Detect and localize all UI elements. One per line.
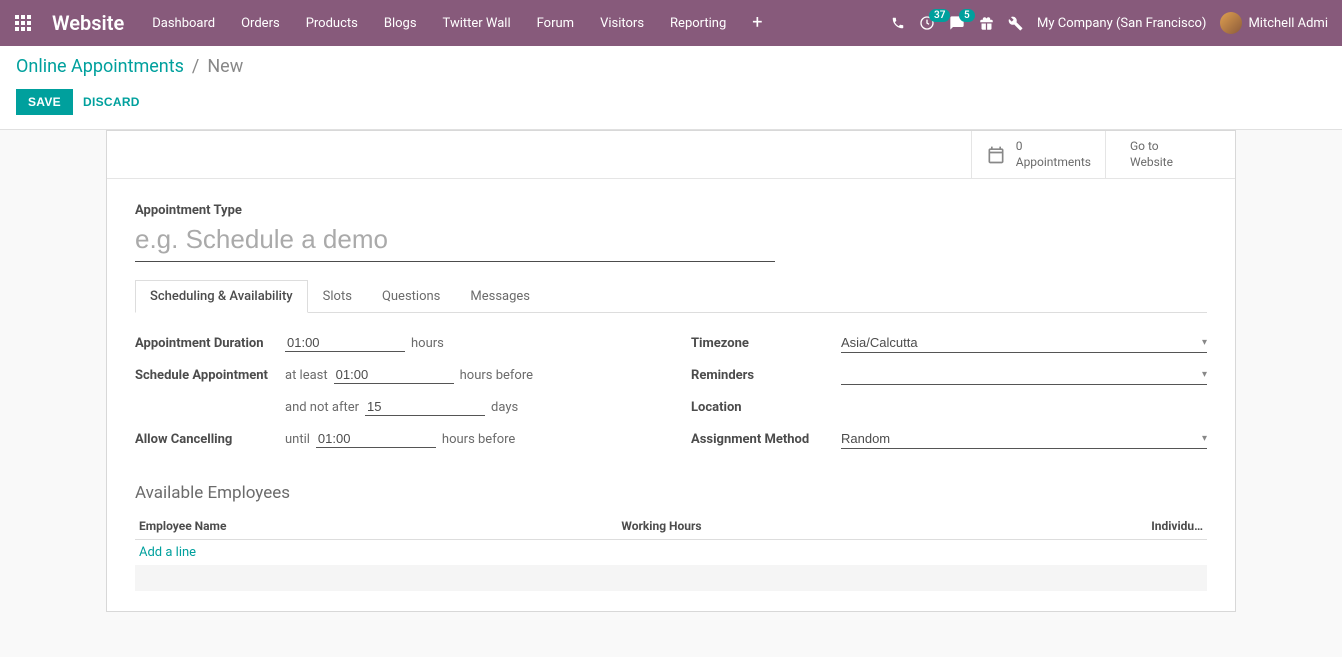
add-line-link[interactable]: Add a line [139, 545, 196, 560]
tab-messages[interactable]: Messages [455, 280, 545, 312]
nav-products[interactable]: Products [296, 8, 368, 39]
gift-icon[interactable] [979, 16, 994, 31]
tab-slots[interactable]: Slots [308, 280, 367, 312]
duration-label: Appointment Duration [135, 336, 285, 351]
employees-title: Available Employees [135, 483, 1207, 503]
atleast-input[interactable] [334, 366, 454, 384]
activity-icon[interactable]: 37 [919, 15, 935, 31]
nav-add-icon[interactable]: + [742, 8, 772, 39]
nav-visitors[interactable]: Visitors [590, 8, 654, 39]
assignment-label: Assignment Method [691, 432, 841, 447]
messages-badge: 5 [959, 9, 975, 22]
stat-goto-website[interactable]: Go to Website [1105, 131, 1235, 178]
stat-label: Appointments [1016, 155, 1091, 169]
location-input[interactable] [841, 398, 1207, 417]
timezone-label: Timezone [691, 336, 841, 351]
save-button[interactable]: SAVE [16, 89, 73, 115]
company-name[interactable]: My Company (San Francisco) [1037, 16, 1206, 31]
notafter-input[interactable] [365, 398, 485, 416]
breadcrumb: Online Appointments / New [16, 56, 1326, 77]
breadcrumb-parent[interactable]: Online Appointments [16, 56, 184, 77]
avatar [1220, 12, 1242, 34]
reminders-select[interactable] [841, 365, 1207, 385]
reminders-label: Reminders [691, 368, 841, 383]
stat-appointments[interactable]: 0 Appointments [971, 131, 1105, 178]
timezone-select[interactable] [841, 333, 1207, 353]
col-employee[interactable]: Employee Name [135, 513, 617, 540]
tab-scheduling[interactable]: Scheduling & Availability [135, 280, 308, 313]
cancel-label: Allow Cancelling [135, 432, 285, 447]
schedule-label: Schedule Appointment [135, 368, 285, 383]
location-label: Location [691, 400, 841, 415]
col-individual[interactable]: Individu… [1100, 513, 1207, 540]
table-row [135, 565, 1207, 591]
assignment-select[interactable] [841, 429, 1207, 449]
discard-button[interactable]: DISCARD [83, 95, 140, 109]
breadcrumb-current: New [207, 56, 243, 77]
phone-icon[interactable] [891, 16, 905, 30]
stat-count: 0 [1016, 139, 1091, 155]
col-hours[interactable]: Working Hours [617, 513, 1099, 540]
cancel-input[interactable] [316, 430, 436, 448]
employees-table: Employee Name Working Hours Individu… Ad… [135, 513, 1207, 591]
brand[interactable]: Website [52, 11, 124, 35]
appointment-type-label: Appointment Type [135, 203, 1207, 218]
tools-icon[interactable] [1008, 16, 1023, 31]
tabs: Scheduling & Availability Slots Question… [135, 280, 1207, 313]
messages-icon[interactable]: 5 [949, 15, 965, 31]
tab-questions[interactable]: Questions [367, 280, 455, 312]
nav-twitter-wall[interactable]: Twitter Wall [433, 8, 521, 39]
table-row: Add a line [135, 540, 1207, 566]
main-nav: Dashboard Orders Products Blogs Twitter … [142, 8, 772, 39]
nav-forum[interactable]: Forum [527, 8, 584, 39]
nav-blogs[interactable]: Blogs [374, 8, 427, 39]
apps-icon[interactable] [8, 8, 38, 38]
nav-orders[interactable]: Orders [231, 8, 290, 39]
appointment-type-input[interactable] [135, 220, 775, 262]
activity-badge: 37 [929, 9, 950, 22]
user-name: Mitchell Admi [1248, 16, 1328, 31]
nav-dashboard[interactable]: Dashboard [142, 8, 225, 39]
user-menu[interactable]: Mitchell Admi [1220, 12, 1328, 34]
calendar-icon [986, 145, 1006, 165]
duration-input[interactable] [285, 334, 405, 352]
nav-reporting[interactable]: Reporting [660, 8, 736, 39]
